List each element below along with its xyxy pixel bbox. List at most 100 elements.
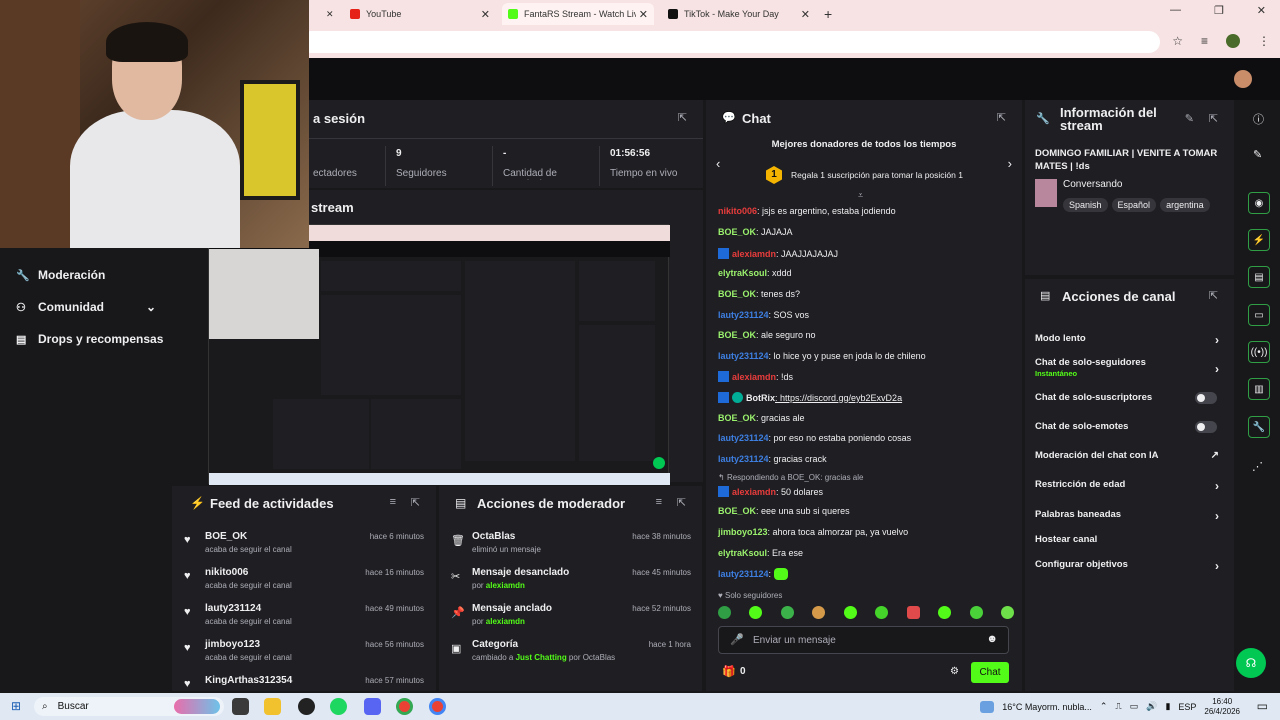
- action-followers-only[interactable]: Chat de solo-seguidores Instantáneo ›: [1035, 357, 1225, 378]
- emote-icon[interactable]: [718, 606, 731, 619]
- chevron-left-icon[interactable]: ‹: [716, 156, 720, 171]
- network-icon[interactable]: ▭: [1130, 701, 1139, 712]
- chat-link[interactable]: : https://discord.gg/eyb2ExvD2a: [775, 393, 902, 403]
- notification-icon[interactable]: ▭: [1257, 699, 1268, 713]
- action-slow-mode[interactable]: Modo lento ›: [1035, 333, 1225, 347]
- emote-icon[interactable]: [938, 606, 952, 619]
- popout-icon[interactable]: ⇱: [677, 496, 686, 509]
- tab-fantars[interactable]: FantaRS Stream - Watch Live o ✕: [502, 3, 654, 25]
- chat-username[interactable]: BOE_OK: [718, 506, 756, 516]
- chat-username[interactable]: elytraKsoul: [718, 548, 767, 558]
- nav-item-moderacion[interactable]: 🔧 Moderación: [16, 268, 105, 282]
- tag[interactable]: Español: [1111, 198, 1157, 212]
- tab-youtube[interactable]: YouTube ✕: [350, 3, 490, 25]
- popout-icon[interactable]: ⇱: [997, 111, 1006, 124]
- chat-username[interactable]: alexiamdn: [732, 487, 776, 497]
- popout-icon[interactable]: ⇱: [411, 496, 420, 509]
- close-icon[interactable]: ✕: [639, 8, 648, 21]
- taskbar-search[interactable]: ⌕ Buscar: [34, 697, 224, 716]
- gear-icon[interactable]: ⚙: [950, 666, 959, 677]
- info-icon[interactable]: ⓘ: [1253, 111, 1264, 127]
- send-chat-button[interactable]: Chat: [971, 662, 1009, 683]
- chat-username[interactable]: lauty231124: [718, 310, 769, 320]
- action-banned-words[interactable]: Palabras baneadas ›: [1035, 509, 1225, 523]
- language-indicator[interactable]: ESP: [1178, 702, 1196, 712]
- category-name[interactable]: Conversando: [1063, 179, 1122, 190]
- close-window-icon[interactable]: ✕: [1257, 4, 1266, 17]
- action-age-restriction[interactable]: Restricción de edad ›: [1035, 479, 1225, 493]
- support-chat-button[interactable]: ☊: [1236, 648, 1266, 678]
- tag[interactable]: argentina: [1160, 198, 1210, 212]
- category-link[interactable]: Just Chatting: [516, 653, 567, 662]
- wrench-icon[interactable]: 🔧: [1248, 416, 1270, 438]
- stream-preview-image[interactable]: [208, 224, 670, 485]
- emote-icon[interactable]: [969, 606, 983, 619]
- chat-input-box[interactable]: 🎤 Enviar un mensaje ☻: [718, 626, 1009, 654]
- emote-icon[interactable]: [875, 606, 889, 619]
- tab-tiktok[interactable]: TikTok - Make Your Day ✕: [668, 3, 810, 25]
- media-icon[interactable]: ≡: [1201, 34, 1208, 48]
- chat-username[interactable]: nikito006: [718, 206, 757, 216]
- emote-icon[interactable]: [749, 606, 763, 619]
- file-explorer-icon[interactable]: [264, 698, 281, 715]
- mod-user-link[interactable]: alexiamdn: [486, 617, 525, 626]
- discord-icon[interactable]: [364, 698, 381, 715]
- camera-icon[interactable]: ◉: [1248, 192, 1270, 214]
- emote-icon[interactable]: [812, 606, 826, 619]
- collapse-icon[interactable]: ⩡: [858, 190, 863, 201]
- chrome-icon[interactable]: [396, 698, 413, 715]
- usb-icon[interactable]: ⎍: [1115, 701, 1121, 712]
- chevron-up-icon[interactable]: ⌃: [1100, 701, 1108, 712]
- mod-user-link[interactable]: alexiamdn: [486, 581, 525, 590]
- action-host-channel[interactable]: Hostear canal: [1035, 534, 1225, 545]
- emoji-icon[interactable]: ☻: [986, 633, 998, 645]
- edit-pencil-icon[interactable]: ✎: [1253, 148, 1262, 161]
- subscribers-only-toggle[interactable]: [1195, 392, 1217, 404]
- popout-icon[interactable]: ⇱: [678, 111, 687, 124]
- chat-username[interactable]: elytraKsoul: [718, 268, 767, 278]
- broadcast-icon[interactable]: ((•)): [1248, 341, 1270, 363]
- action-configure-goals[interactable]: Configurar objetivos ›: [1035, 559, 1225, 573]
- chat-username[interactable]: lauty231124: [718, 433, 769, 443]
- chevron-right-icon[interactable]: ›: [1008, 156, 1012, 171]
- bookmark-star-icon[interactable]: ☆: [1172, 34, 1183, 48]
- address-field[interactable]: [300, 31, 1160, 53]
- clock[interactable]: 16:40 26/4/2026: [1204, 697, 1240, 717]
- microphone-icon[interactable]: 🎤: [730, 633, 744, 646]
- tab-close-prev[interactable]: ✕: [326, 3, 334, 25]
- chat-username[interactable]: alexiamdn: [732, 249, 776, 259]
- emote-icon[interactable]: [1000, 606, 1014, 619]
- close-icon[interactable]: ✕: [801, 8, 810, 21]
- emotes-only-toggle[interactable]: [1195, 421, 1217, 433]
- action-ai-moderation[interactable]: Moderación del chat con IA ↗: [1035, 450, 1225, 461]
- chat-username[interactable]: BOE_OK: [718, 330, 756, 340]
- new-tab-button[interactable]: +: [824, 3, 832, 25]
- popout-icon[interactable]: ⇱: [1209, 112, 1218, 125]
- weather-text[interactable]: 16°C Mayorm. nubla...: [1002, 702, 1092, 712]
- gift-icon[interactable]: 🎁: [722, 665, 736, 678]
- spotify-icon[interactable]: [330, 698, 347, 715]
- chat-username[interactable]: lauty231124: [718, 569, 769, 579]
- emote-icon[interactable]: [843, 606, 857, 619]
- share-icon[interactable]: ⋰: [1252, 460, 1263, 473]
- emote-icon[interactable]: [906, 606, 920, 619]
- volume-icon[interactable]: 🔊: [1146, 701, 1157, 712]
- profile-avatar[interactable]: [1226, 34, 1240, 48]
- chat-username[interactable]: alexiamdn: [732, 372, 776, 382]
- chat-username[interactable]: lauty231124: [718, 351, 769, 361]
- restore-icon[interactable]: ❐: [1214, 4, 1224, 17]
- battery-icon[interactable]: ▮: [1165, 701, 1170, 712]
- minimize-icon[interactable]: —: [1170, 4, 1181, 17]
- close-icon[interactable]: ✕: [481, 8, 490, 21]
- windows-start-icon[interactable]: ⊞: [11, 699, 21, 713]
- user-avatar[interactable]: [1234, 70, 1252, 88]
- chat-username[interactable]: BotRix: [746, 393, 775, 403]
- obs-icon[interactable]: [298, 698, 315, 715]
- filter-icon[interactable]: ≡: [390, 496, 396, 508]
- chat-username[interactable]: jimboyo123: [718, 527, 768, 537]
- chat-bubble-icon[interactable]: ▭: [1248, 304, 1270, 326]
- task-view-icon[interactable]: [232, 698, 249, 715]
- chat-username[interactable]: BOE_OK: [718, 413, 756, 423]
- filter-icon[interactable]: ≡: [656, 496, 662, 508]
- nav-item-drops[interactable]: ▤ Drops y recompensas: [16, 332, 163, 346]
